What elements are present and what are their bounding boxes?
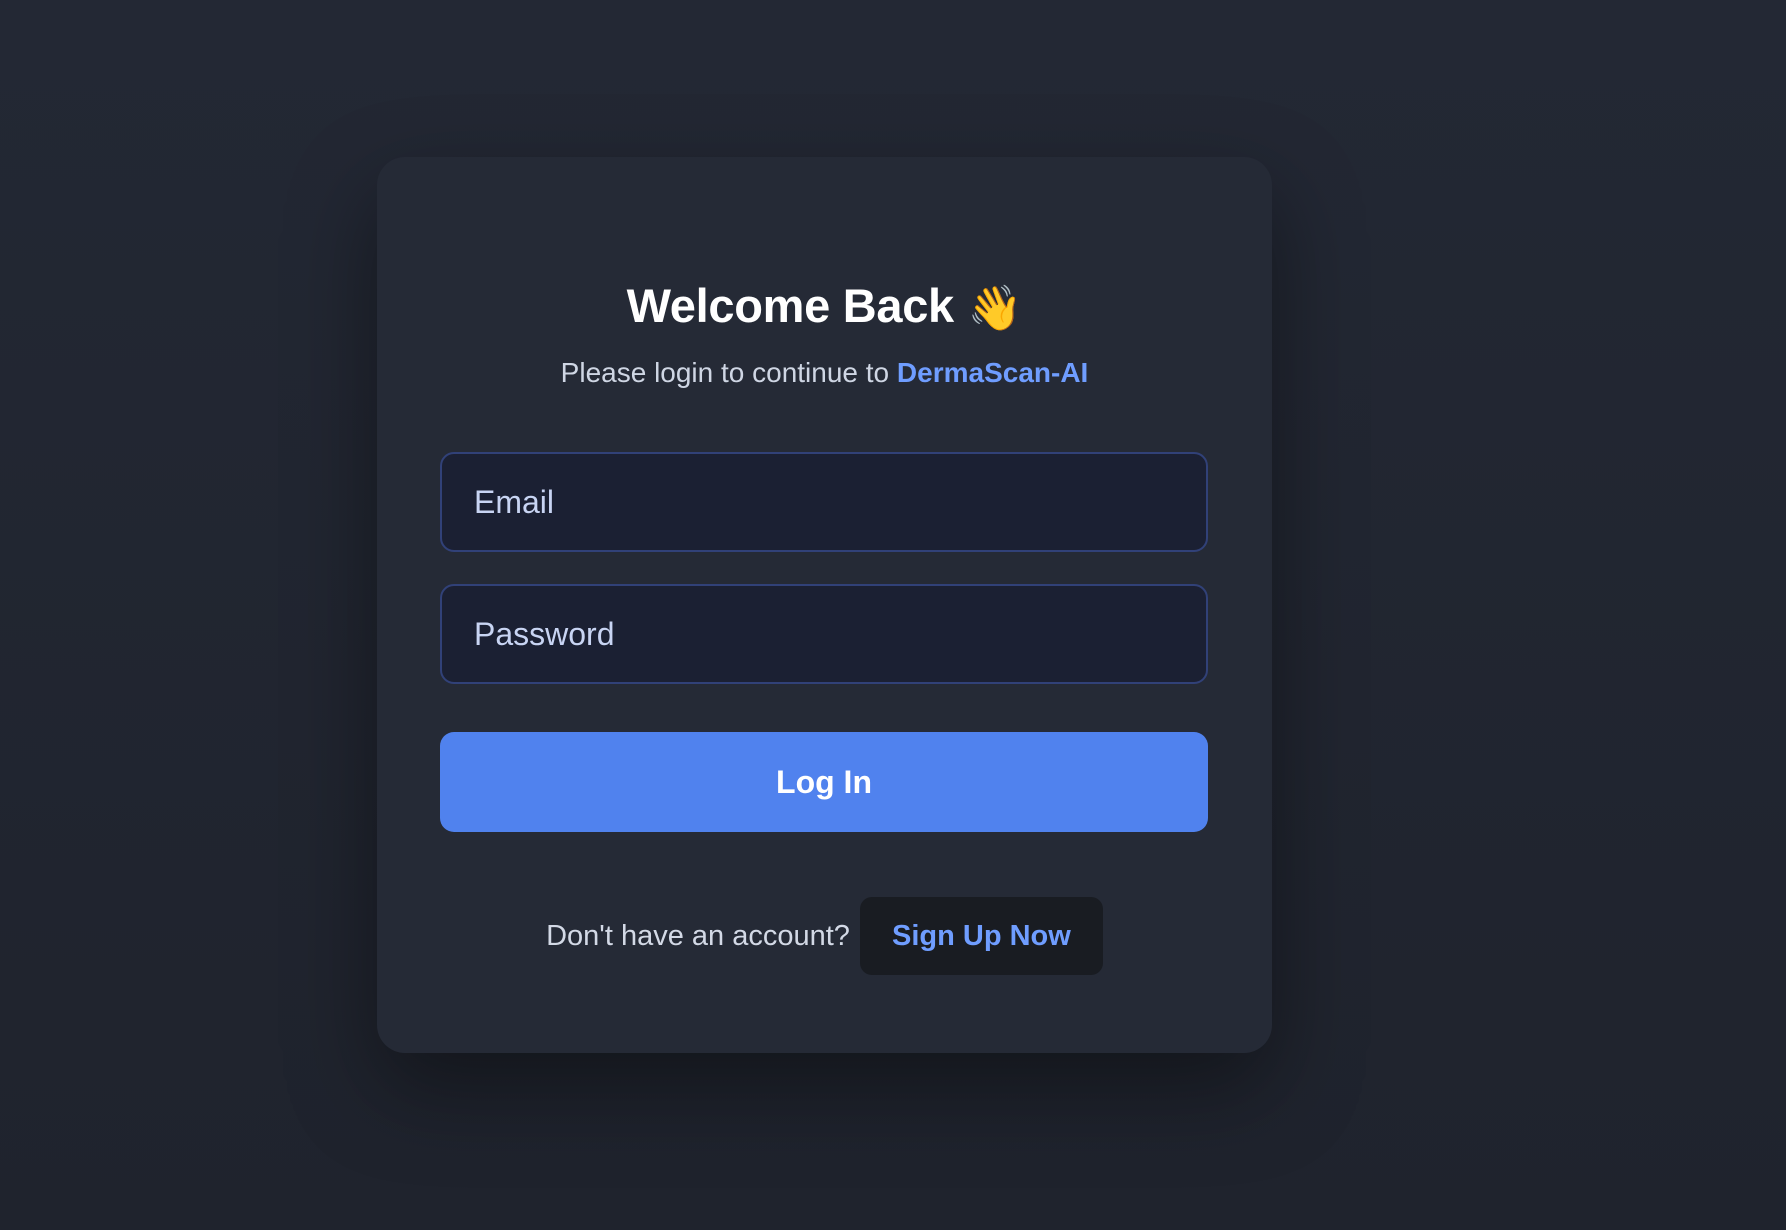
email-input[interactable] xyxy=(440,452,1208,552)
login-subtitle: Please login to continue to DermaScan-AI xyxy=(377,353,1272,393)
page-title: Welcome Back 👋 xyxy=(377,276,1272,339)
subtitle-prefix: Please login to continue to xyxy=(560,357,897,388)
login-card: Welcome Back 👋 Please login to continue t… xyxy=(377,157,1272,1053)
signup-button[interactable]: Sign Up Now xyxy=(859,897,1103,975)
welcome-title: Welcome Back xyxy=(626,279,955,333)
password-input[interactable] xyxy=(440,584,1208,684)
login-button[interactable]: Log In xyxy=(440,732,1208,832)
signup-prompt: Don't have an account? xyxy=(546,919,850,952)
signup-row: Don't have an account? Sign Up Now xyxy=(377,897,1272,975)
waving-hand-icon: 👋 xyxy=(967,284,1023,334)
brand-name: DermaScan-AI xyxy=(896,357,1089,388)
